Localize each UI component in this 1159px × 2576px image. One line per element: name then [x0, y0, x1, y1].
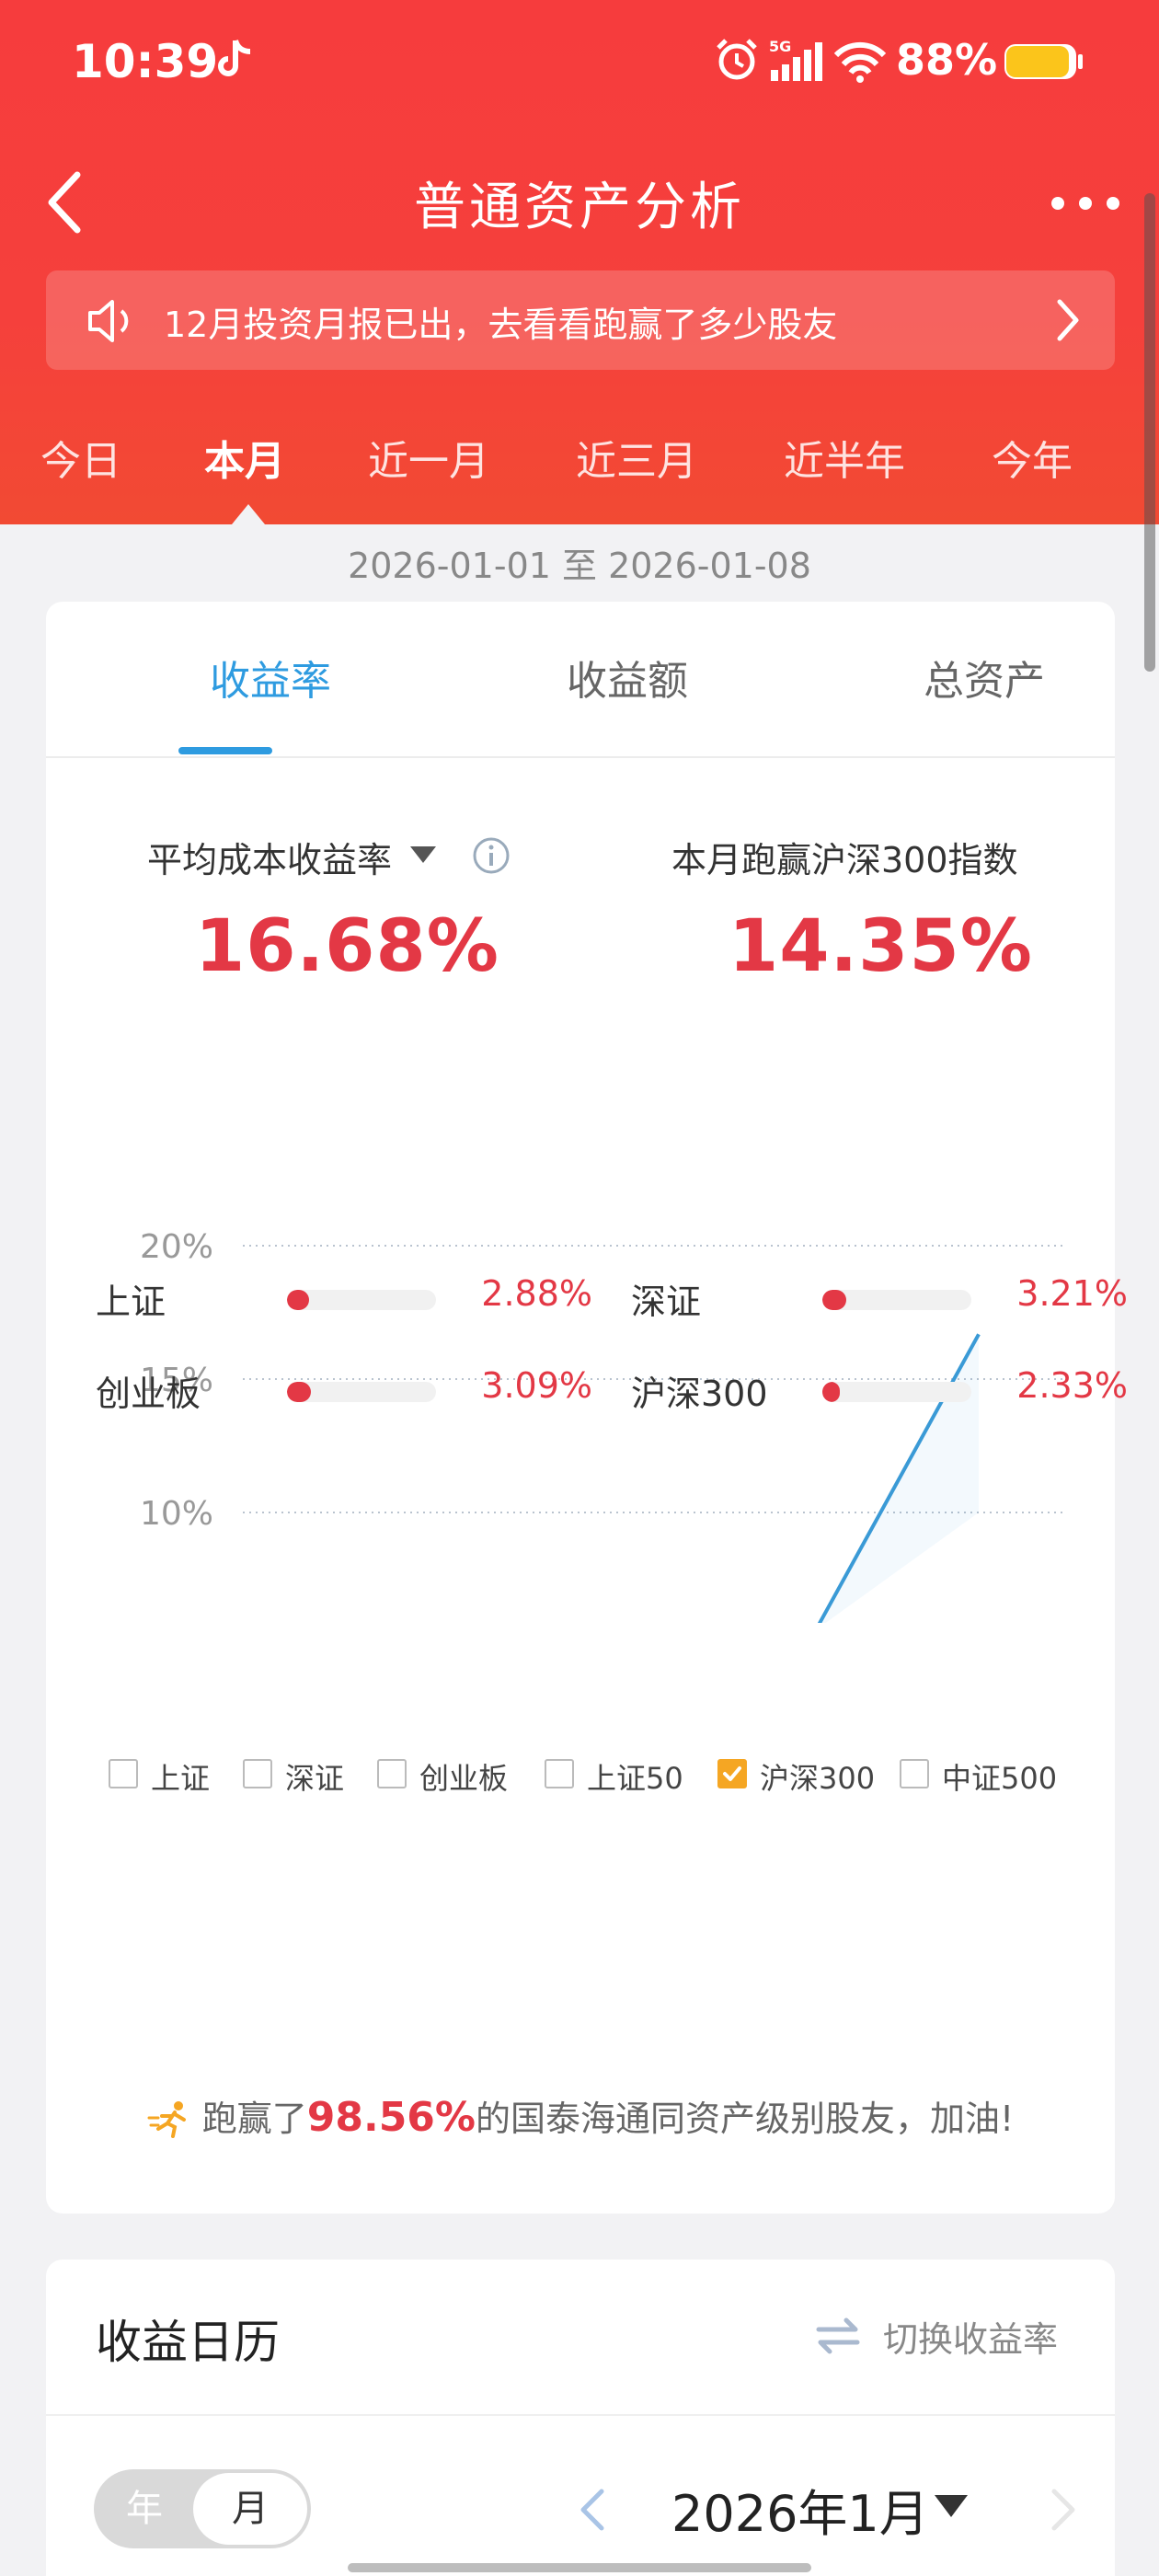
- legend-label: 深证: [285, 1761, 345, 1796]
- checkbox[interactable]: [243, 1759, 272, 1788]
- period-tabs: 今日 本月 近一月 近三月 近半年 今年: [0, 428, 1159, 511]
- index-value: 3.09%: [481, 1365, 592, 1406]
- calendar-month[interactable]: 2026年1月: [671, 2473, 929, 2546]
- return-rate-chart: 20%15%10%5%0%202601012026010620260108: [140, 1228, 1067, 1623]
- tab-this-year[interactable]: 今年: [992, 428, 1073, 487]
- tab-total-assets[interactable]: 总资产: [846, 648, 1122, 707]
- tab-today[interactable]: 今日: [40, 428, 121, 487]
- legend-label: 沪深300: [760, 1761, 876, 1796]
- battery-icon: [1004, 44, 1083, 79]
- beat-index-value: 14.35%: [729, 905, 1033, 988]
- chevron-right-icon: [1057, 299, 1079, 341]
- y-tick-label: 10%: [140, 1495, 213, 1533]
- avg-cost-return-label[interactable]: 平均成本收益率: [147, 832, 392, 882]
- checkbox[interactable]: [377, 1759, 407, 1788]
- svg-text:5G: 5G: [769, 38, 791, 55]
- index-bar: [822, 1290, 971, 1310]
- swap-icon[interactable]: [815, 2315, 861, 2357]
- legend-label: 上证: [151, 1761, 211, 1796]
- checkbox-checked[interactable]: [717, 1759, 747, 1788]
- checkbox[interactable]: [545, 1759, 574, 1788]
- index-bar: [287, 1290, 436, 1310]
- tab-return-rate[interactable]: 收益率: [132, 648, 408, 707]
- legend-label: 上证50: [587, 1761, 683, 1796]
- checkbox[interactable]: [109, 1759, 138, 1788]
- index-name: 创业板: [96, 1374, 201, 1414]
- index-row: 创业板 3.09% 沪深300 2.33%: [46, 1365, 1128, 1420]
- chevron-right-icon[interactable]: [1045, 2484, 1082, 2536]
- beat-suffix: 的国泰海通同资产级别股友，加油!: [476, 2099, 1015, 2139]
- index-name: 上证: [96, 1282, 166, 1322]
- tab-last-month[interactable]: 近一月: [368, 428, 489, 487]
- tab-return-amount[interactable]: 收益额: [489, 648, 765, 707]
- metric-tabs: 收益率 收益额 总资产: [46, 602, 1115, 758]
- index-value: 3.21%: [1016, 1273, 1128, 1314]
- tab-last-half-year[interactable]: 近半年: [784, 428, 905, 487]
- index-bar-fill: [287, 1382, 311, 1402]
- more-options-icon[interactable]: [1049, 190, 1122, 217]
- toggle-year[interactable]: 年: [94, 2469, 195, 2548]
- status-bar: 10:39 5G 88%: [0, 0, 1159, 124]
- banner-text: 12月投资月报已出，去看看跑赢了多少股友: [164, 305, 838, 345]
- year-month-toggle[interactable]: 年 月: [94, 2469, 311, 2548]
- index-bar-fill: [822, 1290, 846, 1310]
- checkmark-icon: [723, 1766, 741, 1781]
- chevron-left-icon[interactable]: [574, 2484, 611, 2536]
- tab-last-three-months[interactable]: 近三月: [576, 428, 697, 487]
- divider: [46, 2414, 1115, 2416]
- date-range: 2026-01-01 至 2026-01-08: [348, 546, 811, 586]
- beat-prefix: 跑赢了: [201, 2099, 307, 2139]
- calendar-title: 收益日历: [96, 2316, 280, 2369]
- speaker-icon: [88, 300, 129, 342]
- legend-label: 创业板: [419, 1761, 509, 1796]
- y-tick-label: 20%: [140, 1228, 213, 1266]
- status-time: 10:39: [72, 35, 219, 88]
- index-legend: 上证 深证 创业板 上证50 沪深300 中证500: [46, 1754, 1115, 1800]
- tiktok-icon: [218, 40, 251, 76]
- battery-percent: 88%: [896, 35, 998, 85]
- index-bar: [822, 1382, 971, 1402]
- index-bar-fill: [287, 1290, 310, 1310]
- dropdown-triangle-icon[interactable]: [933, 2493, 970, 2519]
- active-tab-indicator: [178, 747, 272, 754]
- legend-label: 中证500: [942, 1761, 1058, 1796]
- beat-index-label: 本月跑赢沪深300指数: [671, 840, 1018, 880]
- home-indicator: [348, 2563, 811, 2572]
- index-name: 深证: [631, 1282, 702, 1322]
- tab-this-month[interactable]: 本月: [204, 428, 285, 487]
- index-value: 2.88%: [481, 1273, 592, 1314]
- wifi-icon: [833, 41, 887, 83]
- running-person-icon: [147, 2101, 186, 2138]
- scrollbar[interactable]: [1144, 193, 1155, 672]
- index-row: 上证 2.88% 深证 3.21%: [46, 1273, 1128, 1328]
- return-analysis-card: 收益率 收益额 总资产 平均成本收益率 16.68% 本月跑赢沪深300指数 1…: [46, 602, 1128, 2214]
- checkbox[interactable]: [900, 1759, 929, 1788]
- info-icon[interactable]: [471, 835, 511, 876]
- caret-down-icon[interactable]: [408, 845, 438, 865]
- signal-5g-icon: 5G: [769, 38, 822, 81]
- beat-percent: 98.56%: [306, 2094, 476, 2141]
- switch-return-rate-button[interactable]: 切换收益率: [883, 2311, 1058, 2362]
- index-name: 沪深300: [631, 1374, 768, 1414]
- alarm-icon: [717, 39, 757, 80]
- monthly-report-banner[interactable]: 12月投资月报已出，去看看跑赢了多少股友: [46, 270, 1115, 370]
- return-calendar-card: 收益日历 切换收益率 年 月 2026年1月: [46, 2260, 1115, 2576]
- index-bar-fill: [822, 1382, 841, 1402]
- index-bar: [287, 1382, 436, 1402]
- active-tab-notch: [232, 504, 265, 524]
- beat-summary: 跑赢了98.56%的国泰海通同资产级别股友，加油!: [46, 2090, 1115, 2141]
- page-title: 普通资产分析: [414, 178, 745, 237]
- index-value: 2.33%: [1016, 1365, 1128, 1406]
- header: 10:39 5G 88% 普通资产分析 12月投资月报已出，去看看跑赢了多少股友…: [0, 0, 1159, 524]
- toggle-month[interactable]: 月: [193, 2473, 307, 2545]
- avg-cost-return-value: 16.68%: [195, 905, 499, 988]
